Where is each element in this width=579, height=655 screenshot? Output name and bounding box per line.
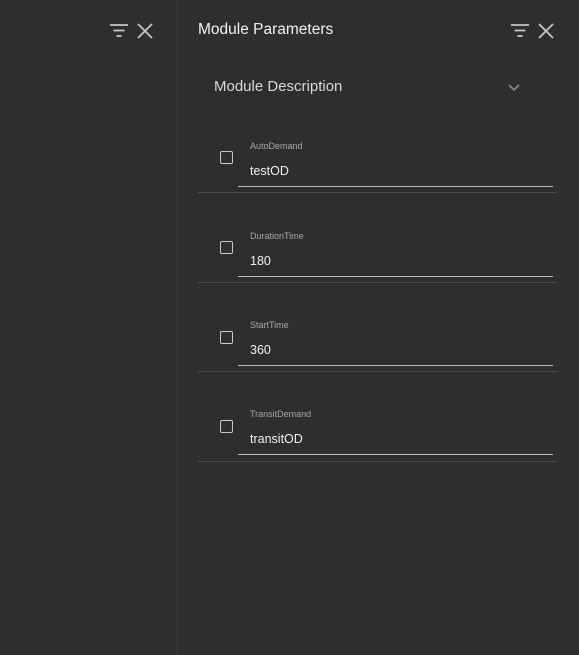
parameter-value: 360 [250,343,271,357]
parameter-row-autodemand: AutoDemand testOD [198,102,557,193]
parameter-checkbox[interactable] [220,420,233,433]
parameter-value: testOD [250,164,289,178]
parameter-input[interactable]: transitOD [238,430,553,455]
parameter-row-durationtime: DurationTime 180 [198,192,557,283]
app-window: Module Parameters Module Description Aut… [0,0,579,655]
parameter-value: transitOD [250,432,303,446]
parameter-label: AutoDemand [250,141,303,151]
parameter-row-starttime: StartTime 360 [198,281,557,372]
parameter-value: 180 [250,254,271,268]
filter-icon[interactable] [510,21,530,41]
chevron-down-icon [507,81,521,93]
parameter-input[interactable]: 180 [238,252,553,277]
parameter-checkbox[interactable] [220,241,233,254]
parameter-checkbox[interactable] [220,331,233,344]
parameter-label: StartTime [250,320,289,330]
parameter-checkbox[interactable] [220,151,233,164]
module-description-title: Module Description [214,78,343,95]
filter-icon[interactable] [109,21,129,41]
parameter-row-transitdemand: TransitDemand transitOD [198,371,557,462]
parameter-input[interactable]: 360 [238,341,553,366]
parameter-label: TransitDemand [250,409,312,419]
parameter-label: DurationTime [250,231,304,241]
parameter-input[interactable]: testOD [238,162,553,187]
close-icon[interactable] [536,21,556,41]
module-parameters-panel: Module Parameters Module Description Aut… [178,0,579,655]
left-panel [0,0,178,655]
panel-title: Module Parameters [198,21,334,38]
close-icon[interactable] [135,21,155,41]
